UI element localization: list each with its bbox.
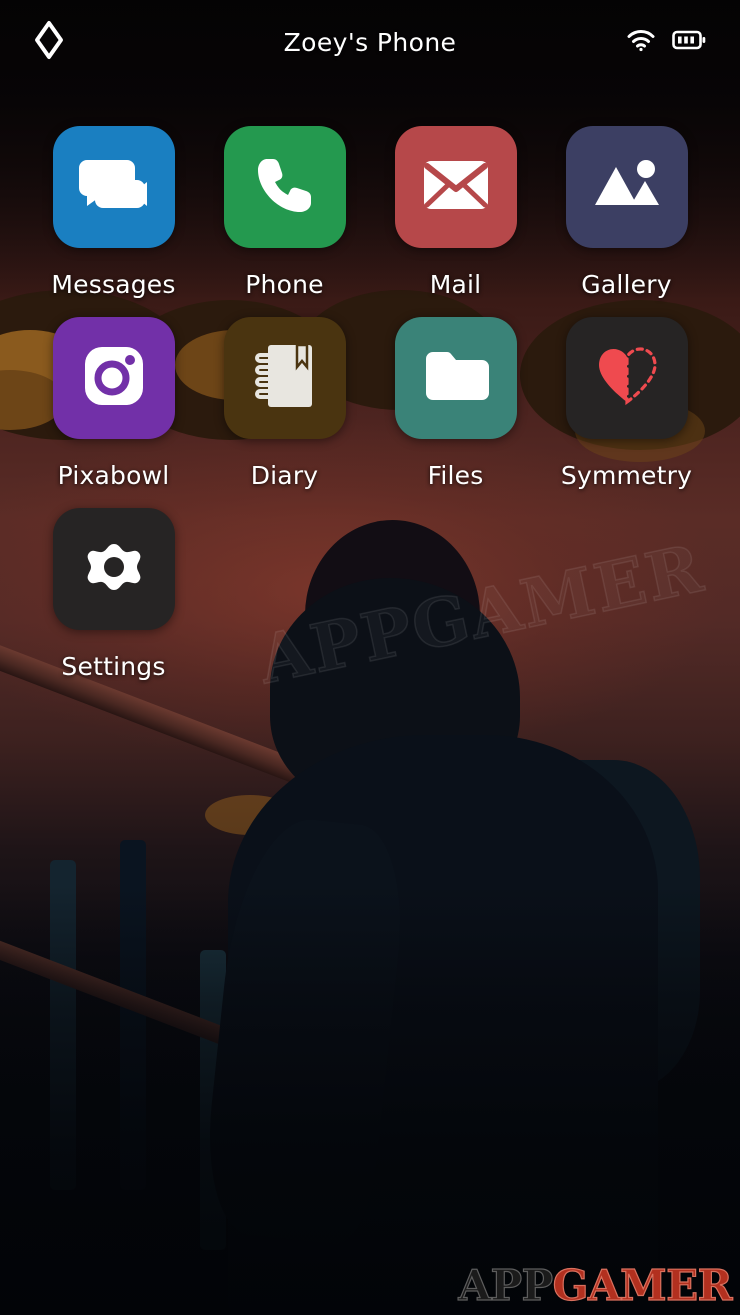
notebook-icon [254,342,315,414]
app-label: Files [427,461,484,490]
envelope-icon [422,159,490,215]
watermark-app-text: APP [458,1261,554,1310]
app-tile[interactable] [565,126,688,248]
app-tile[interactable] [223,317,346,439]
app-label: Symmetry [560,461,693,490]
app-label: Settings [61,652,166,681]
phone-handset-icon [253,153,317,221]
app-tile[interactable] [52,508,175,630]
app-tile[interactable] [52,317,175,439]
app-mail[interactable]: Mail [370,126,541,299]
diamond-icon[interactable] [34,20,64,64]
app-tile[interactable] [394,126,517,248]
app-files[interactable]: Files [370,317,541,490]
app-phone[interactable]: Phone [199,126,370,299]
watermark-gamer-text: GAMER [552,1261,733,1310]
app-messages[interactable]: Messages [28,126,199,299]
mountain-photo-icon [593,157,661,217]
app-diary[interactable]: Diary [199,317,370,490]
app-label: Mail [429,270,482,299]
phone-home-screen: APPGAMER Zoey's Phone [0,0,740,1315]
app-label: Phone [245,270,324,299]
app-settings[interactable]: Settings [28,508,199,681]
folder-icon [423,349,489,407]
chat-bubbles-icon [78,154,149,220]
battery-icon [672,29,706,55]
app-tile[interactable] [52,126,175,248]
app-tile[interactable] [223,126,346,248]
watermark-corner: APPGAMER [458,1264,733,1307]
camera-icon [83,345,145,411]
status-bar-left [34,20,154,64]
device-name: Zoey's Phone [283,27,457,57]
app-label: Gallery [581,270,672,299]
wallpaper-bottom-shade [0,885,740,1315]
gear-icon [83,536,145,602]
app-gallery[interactable]: Gallery [541,126,712,299]
app-tile[interactable] [565,317,688,439]
wifi-icon [626,28,656,56]
app-label: Messages [51,270,176,299]
app-tile[interactable] [394,317,517,439]
app-label: Diary [250,461,319,490]
app-pixabowl[interactable]: Pixabowl [28,317,199,490]
status-bar: Zoey's Phone [0,0,740,84]
app-grid: Messages Phone Mail Gallery Pixabowl Dia… [0,126,740,681]
app-label: Pixabowl [57,461,170,490]
app-symmetry[interactable]: Symmetry [541,317,712,490]
status-bar-right [586,28,706,56]
half-heart-icon [595,346,659,410]
